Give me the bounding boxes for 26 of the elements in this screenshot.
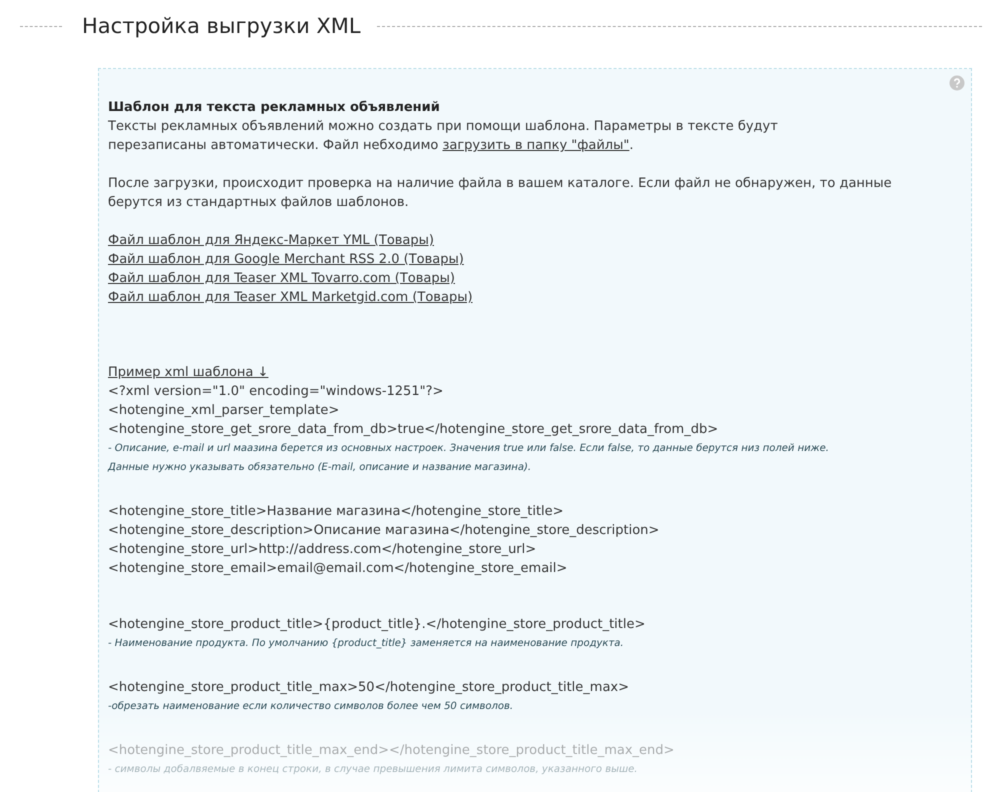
xml-line: <hotengine_store_product_title_max>50</hotengine_store_product_title_max> bbox=[108, 679, 629, 697]
upload-link[interactable]: загрузить в папку "файлы" bbox=[442, 138, 630, 153]
intro-text: Тексты рекламных объявлений можно создать при помощи шаблона. Параметры в тексте будут перезаписаны автоматически. Файл небходимо загрузить в папку "файлы". bbox=[108, 118, 779, 155]
template-file-link[interactable]: Файл шаблон для Teaser XML Marketgid.com (Товары) bbox=[108, 288, 473, 307]
xml-line: <hotengine_xml_parser_template> bbox=[108, 402, 340, 420]
xml-line: <hotengine_store_email>email@email.com</hotengine_store_email> bbox=[108, 560, 568, 578]
xml-line: <hotengine_store_description>Описание магазина</hotengine_store_description> bbox=[108, 522, 660, 540]
xml-line: <hotengine_store_get_srore_data_from_db>true</hotengine_store_get_srore_data_from_db> bbox=[108, 421, 718, 439]
template-file-link[interactable]: Файл шаблон для Google Merchant RSS 2.0 (Товары) bbox=[108, 250, 464, 269]
example-link[interactable]: Пример xml шаблона ↓ bbox=[108, 363, 268, 382]
field-note: - символы добалвяемые в конец строки, в случае превышения лимита символов, указанного выше. bbox=[108, 763, 638, 777]
xml-line: <hotengine_store_product_title_max_end></hotengine_store_product_title_max_end> bbox=[108, 742, 674, 760]
field-note: - Описание, e-mail и url маазина берется из основных настроек. Значения true или false. Если false, то данные берутся низ полей ниже. bbox=[108, 442, 829, 456]
page-title: Настройка выгрузки XML bbox=[82, 16, 361, 37]
template-file-link[interactable]: Файл шаблон для Teaser XML Tovarro.com (Товары) bbox=[108, 269, 455, 288]
xml-line: <hotengine_store_title>Название магазина</hotengine_store_title> bbox=[108, 503, 564, 521]
section-heading: Шаблон для текста рекламных объявлений bbox=[108, 99, 441, 117]
description-text: После загрузки, происходит проверка на наличие файла в вашем каталоге. Если файл не обнаружен, то данные берутся из стандартных файлов шаблонов. bbox=[108, 175, 893, 212]
xml-line: <hotengine_store_url>http://address.com</hotengine_store_url> bbox=[108, 541, 536, 559]
field-note: -обрезать наименование если количество символов более чем 50 символов. bbox=[108, 700, 514, 714]
template-file-link[interactable]: Файл шаблон для Яндекс-Маркет YML (Товары) bbox=[108, 231, 434, 250]
field-note: - Наименование продукта. По умолчанию {product_title} заменяется на наименование продукта. bbox=[108, 637, 624, 651]
xml-line: <hotengine_store_product_title>{product_title}.</hotengine_store_product_title> bbox=[108, 616, 646, 634]
xml-line: <?xml version="1.0" encoding="windows-1251"?> bbox=[108, 383, 444, 401]
help-icon[interactable] bbox=[949, 75, 965, 91]
field-note: Данные нужно указывать обязательно (E-mail, описание и название магазина). bbox=[108, 461, 532, 475]
